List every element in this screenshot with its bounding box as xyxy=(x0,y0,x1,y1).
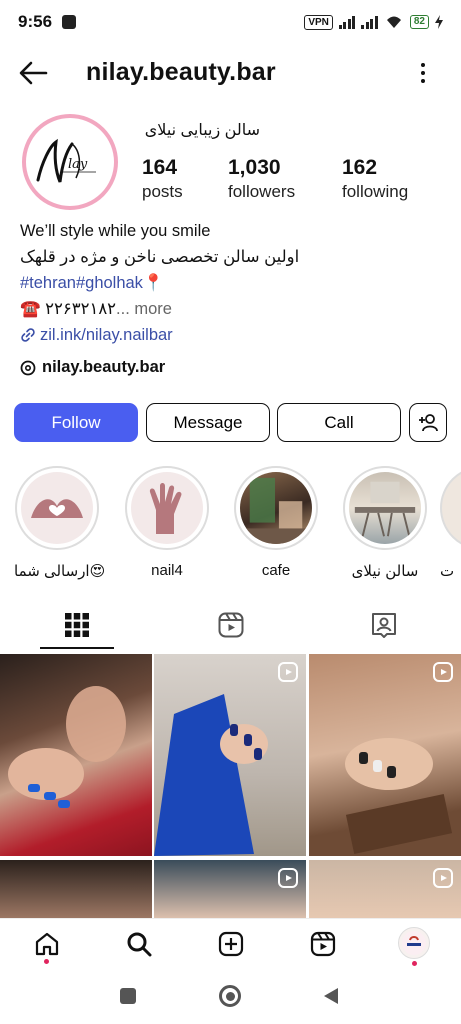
tagged-icon xyxy=(372,613,396,638)
reels-icon xyxy=(218,612,244,638)
back-button[interactable] xyxy=(322,986,340,1006)
signal-icon-2 xyxy=(361,15,378,29)
bio-hashtags: #tehran#gholhak📍 xyxy=(20,270,440,296)
bio-line-1: We’ll style while you smile xyxy=(20,222,211,240)
threads-handle: nilay.beauty.bar xyxy=(42,358,166,376)
signal-icon xyxy=(338,15,356,29)
recent-apps-button[interactable] xyxy=(120,988,136,1004)
follow-button[interactable]: Follow xyxy=(14,403,138,442)
highlight-item[interactable]: ت xyxy=(440,466,461,580)
stat-value: 1,030 xyxy=(228,156,281,179)
bio: We’ll style while you smile اولین سالن ت… xyxy=(20,218,440,348)
post-tile[interactable] xyxy=(309,654,461,856)
call-button[interactable]: Call xyxy=(277,403,401,442)
reels-badge-icon xyxy=(433,868,453,888)
nav-create[interactable] xyxy=(216,929,246,959)
hand-icon xyxy=(131,472,203,544)
home-button[interactable] xyxy=(219,985,241,1007)
vpn-badge: VPN xyxy=(304,14,333,30)
phone-icon: ☎️ xyxy=(20,300,41,318)
pin-icon: 📍 xyxy=(142,274,164,292)
reels-badge-icon xyxy=(278,662,298,682)
logo-icon: lay xyxy=(36,138,96,183)
stat-posts[interactable]: 164 posts xyxy=(142,156,183,202)
highlight-item[interactable]: nail4 xyxy=(124,466,210,579)
tab-grid[interactable] xyxy=(0,600,154,650)
post-tile[interactable] xyxy=(154,860,306,920)
svg-text:lay: lay xyxy=(68,157,88,172)
tab-tagged[interactable] xyxy=(307,600,461,650)
stat-label: following xyxy=(342,182,409,201)
more-vertical-icon[interactable] xyxy=(413,60,433,86)
home-icon xyxy=(35,932,59,956)
external-link[interactable]: zil.ink/nilay.nailbar xyxy=(40,322,173,348)
highlight-label: سالن نیلای xyxy=(351,563,419,580)
search-icon xyxy=(127,932,152,957)
reels-badge-icon xyxy=(433,662,453,682)
page-title: nilay.beauty.bar xyxy=(86,58,276,86)
heart-hands-icon xyxy=(21,472,93,544)
more-link[interactable]: ... more xyxy=(116,300,172,318)
home-notification-dot xyxy=(44,959,49,964)
bio-link-row: zil.ink/nilay.nailbar xyxy=(20,322,440,348)
battery-icon: 82 xyxy=(409,15,429,29)
highlight-label: cafe xyxy=(261,562,291,579)
bio-line-2: اولین سالن تخصصی ناخن و مژه در قلهک xyxy=(20,248,300,266)
nav-search[interactable] xyxy=(124,929,154,959)
post-tile[interactable] xyxy=(0,654,152,856)
highlight-label: nail4 xyxy=(151,562,183,579)
nav-home[interactable] xyxy=(32,929,62,959)
threads-badge[interactable]: nilay.beauty.bar xyxy=(20,358,165,377)
avatar[interactable]: lay xyxy=(22,114,118,210)
display-name: سالن زیبایی نیلای xyxy=(144,122,260,139)
tab-active-indicator xyxy=(40,647,114,649)
post-tile[interactable] xyxy=(0,860,152,920)
highlight-item[interactable]: cafe xyxy=(233,466,319,579)
add-user-icon xyxy=(419,413,438,431)
bottom-nav xyxy=(0,918,461,970)
create-icon xyxy=(218,931,244,957)
nav-reels[interactable] xyxy=(308,929,338,959)
arrow-left-icon[interactable] xyxy=(18,60,48,86)
highlight-item[interactable]: سالن نیلای xyxy=(342,466,428,580)
highlight-item[interactable]: ارسالی شما😍 xyxy=(14,466,106,580)
stat-following[interactable]: 162 following xyxy=(342,156,408,202)
profile-avatar-icon xyxy=(402,931,426,955)
highlight-label: ت xyxy=(440,563,455,580)
reels-badge-icon xyxy=(278,868,298,888)
threads-icon xyxy=(20,360,36,375)
status-indicators: VPN 82 xyxy=(304,14,443,30)
hashtag-link[interactable]: #tehran#gholhak xyxy=(20,274,143,292)
stat-value: 162 xyxy=(342,156,378,179)
post-tile[interactable] xyxy=(154,654,306,856)
message-button[interactable]: Message xyxy=(146,403,270,442)
grid-icon xyxy=(65,613,89,637)
wifi-icon xyxy=(386,16,401,28)
stat-followers[interactable]: 1,030 followers xyxy=(228,156,295,202)
add-user-button[interactable] xyxy=(409,403,447,442)
tab-reels[interactable] xyxy=(154,600,308,650)
stat-label: followers xyxy=(228,182,296,201)
charging-icon xyxy=(435,15,443,29)
cafe-photo xyxy=(240,472,312,544)
post-tile[interactable] xyxy=(309,860,461,920)
nav-profile[interactable] xyxy=(398,927,430,959)
stat-value: 164 xyxy=(142,156,178,179)
content-tabs xyxy=(0,600,461,650)
phone-number: ۲۲۶۳۲۱۸۲ xyxy=(45,300,117,318)
salon-photo xyxy=(349,472,421,544)
brand-logo: lay xyxy=(30,122,110,202)
bio-phone: ☎️ ۲۲۶۳۲۱۸۲... more xyxy=(20,296,440,322)
status-time: 9:56 xyxy=(18,12,53,31)
stat-label: posts xyxy=(142,182,183,201)
reels-icon xyxy=(310,931,336,957)
profile-notification-dot xyxy=(412,961,417,966)
profile-header: nilay.beauty.bar xyxy=(0,50,461,96)
highlight-label: ارسالی شما😍 xyxy=(14,563,106,580)
link-icon xyxy=(21,328,35,342)
status-bar: 9:56 VPN 82 xyxy=(0,0,461,44)
system-nav xyxy=(0,970,461,1024)
notification-icon xyxy=(62,15,77,29)
